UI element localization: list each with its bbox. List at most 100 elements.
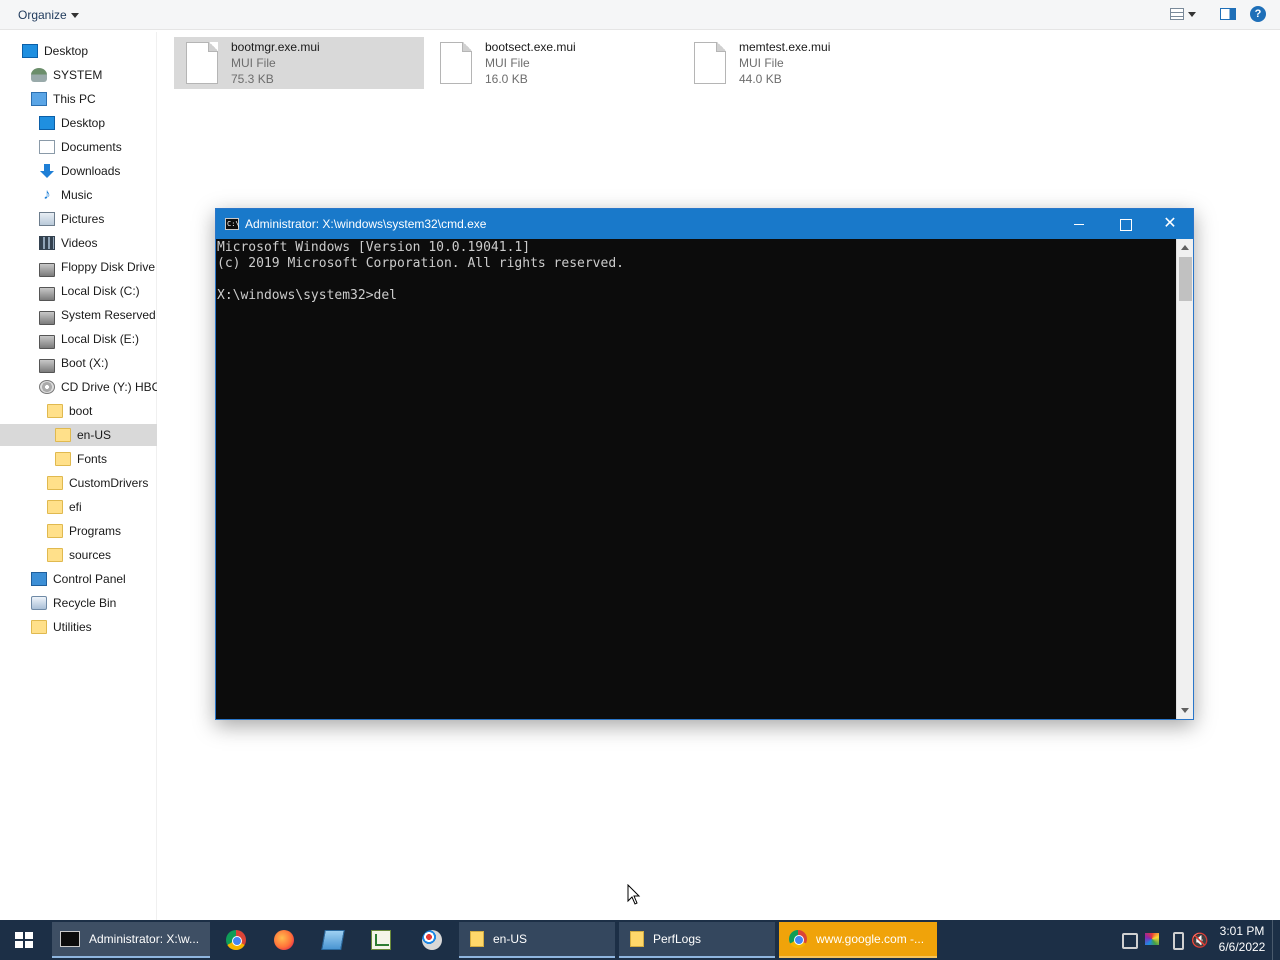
notepad-icon xyxy=(321,930,345,950)
folder-icon xyxy=(55,428,71,442)
nav-item-fonts[interactable]: Fonts xyxy=(55,448,157,470)
drive-icon xyxy=(39,335,55,349)
cmd-title-bar[interactable]: C:\ Administrator: X:\windows\system32\c… xyxy=(216,209,1193,239)
nav-item-control-panel[interactable]: Control Panel xyxy=(31,568,157,590)
volume-muted-icon[interactable]: 🔇 xyxy=(1188,920,1212,960)
cmd-icon: C:\ xyxy=(225,218,240,230)
nav-item-desktop-root[interactable]: Desktop xyxy=(22,40,157,62)
taskbar-item-cmd[interactable]: Administrator: X:\w... xyxy=(52,922,210,958)
usb-icon[interactable] xyxy=(1164,920,1188,960)
console-prompt-line: X:\windows\system32>del xyxy=(217,288,398,303)
chrome-icon xyxy=(789,930,807,948)
folder-icon xyxy=(630,931,644,947)
clock-date: 6/6/2022 xyxy=(1218,940,1266,954)
nav-item-boot-x[interactable]: Boot (X:) xyxy=(39,352,157,374)
scroll-up-arrow-icon[interactable] xyxy=(1181,245,1189,250)
music-icon: ♪ xyxy=(43,186,51,203)
view-options-button[interactable] xyxy=(1170,6,1206,22)
network-icon[interactable] xyxy=(1116,920,1140,960)
help-icon[interactable]: ? xyxy=(1250,6,1266,22)
file-item-bootmgr[interactable]: bootmgr.exe.mui MUI File 75.3 KB xyxy=(174,37,424,89)
toolbar-right-group: ? xyxy=(1170,6,1266,22)
explorer-toolbar: Organize ? xyxy=(0,0,1280,30)
file-size: 44.0 KB xyxy=(739,72,782,86)
nav-item-utilities[interactable]: Utilities xyxy=(31,616,157,638)
console-output[interactable]: Microsoft Windows [Version 10.0.19041.1]… xyxy=(216,239,1176,719)
file-item-memtest[interactable]: memtest.exe.mui MUI File 44.0 KB xyxy=(682,37,932,89)
taskbar-pin-paint[interactable] xyxy=(408,920,456,960)
close-button[interactable]: ✕ xyxy=(1147,209,1193,239)
nav-item-videos[interactable]: Videos xyxy=(39,232,157,254)
nav-item-system[interactable]: SYSTEM xyxy=(31,64,157,86)
folder-icon xyxy=(47,524,63,538)
user-icon xyxy=(31,68,47,82)
nav-item-documents[interactable]: Documents xyxy=(39,136,157,158)
nav-item-cd-drive-y[interactable]: CD Drive (Y:) HBC xyxy=(39,376,157,398)
nav-item-label: This PC xyxy=(53,92,96,106)
cmd-icon xyxy=(60,931,80,947)
console-scrollbar[interactable] xyxy=(1176,239,1193,719)
scroll-down-arrow-icon[interactable] xyxy=(1181,708,1189,713)
nav-item-floppy-disk-drive[interactable]: Floppy Disk Drive xyxy=(39,256,157,278)
nav-item-local-disk-e[interactable]: Local Disk (E:) xyxy=(39,328,157,350)
nav-item-boot-folder[interactable]: boot xyxy=(47,400,157,422)
nav-item-programs[interactable]: Programs xyxy=(47,520,157,542)
nav-item-recycle-bin[interactable]: Recycle Bin xyxy=(31,592,157,614)
organize-menu-button[interactable]: Organize xyxy=(18,8,79,22)
maximize-button[interactable] xyxy=(1102,209,1148,239)
nav-item-label: Utilities xyxy=(53,620,92,634)
nav-item-label: efi xyxy=(69,500,82,514)
taskbar-pin-notepad[interactable] xyxy=(309,920,357,960)
nav-item-local-disk-c[interactable]: Local Disk (C:) xyxy=(39,280,157,302)
nav-item-en-us[interactable]: en-US xyxy=(0,424,157,446)
nav-item-efi[interactable]: efi xyxy=(47,496,157,518)
preview-pane-button[interactable] xyxy=(1220,6,1236,22)
taskbar-item-en-us[interactable]: en-US xyxy=(459,922,615,958)
desktop-icon xyxy=(39,116,55,130)
folder-icon xyxy=(55,452,71,466)
nav-item-desktop[interactable]: Desktop xyxy=(39,112,157,134)
scrollbar-thumb[interactable] xyxy=(1179,257,1192,301)
taskbar-pin-chart[interactable] xyxy=(357,920,405,960)
chevron-down-icon xyxy=(1188,11,1196,17)
nav-item-label: Desktop xyxy=(61,116,106,130)
clock[interactable]: 3:01 PM 6/6/2022 xyxy=(1212,920,1272,960)
nav-item-downloads[interactable]: Downloads xyxy=(39,160,157,182)
cd-drive-icon xyxy=(39,380,55,394)
documents-icon xyxy=(39,140,55,154)
windows-logo-icon xyxy=(15,932,33,948)
file-size: 16.0 KB xyxy=(485,72,528,86)
chevron-down-icon xyxy=(70,13,79,19)
minimize-button[interactable] xyxy=(1056,209,1102,239)
nav-item-this-pc[interactable]: This PC xyxy=(31,88,157,110)
cmd-window[interactable]: C:\ Administrator: X:\windows\system32\c… xyxy=(215,208,1194,720)
nav-item-music[interactable]: ♪ Music xyxy=(39,184,157,206)
system-tray: 🔇 3:01 PM 6/6/2022 xyxy=(1116,920,1280,960)
nav-item-customdrivers[interactable]: CustomDrivers xyxy=(47,472,157,494)
taskbar-item-perflogs[interactable]: PerfLogs xyxy=(619,922,775,958)
nav-item-label: Desktop xyxy=(44,44,89,58)
taskbar-pin-chrome[interactable] xyxy=(212,920,260,960)
drive-icon xyxy=(39,263,55,277)
color-icon[interactable] xyxy=(1140,920,1164,960)
show-desktop-button[interactable] xyxy=(1272,920,1280,960)
nav-item-sources[interactable]: sources xyxy=(47,544,157,566)
nav-item-label: Programs xyxy=(69,524,122,538)
nav-item-label: Boot (X:) xyxy=(61,356,109,370)
paint-icon xyxy=(422,930,442,950)
nav-item-pictures[interactable]: Pictures xyxy=(39,208,157,230)
taskbar-pin-firefox[interactable] xyxy=(260,920,308,960)
file-size: 75.3 KB xyxy=(231,72,274,86)
downloads-icon xyxy=(39,164,55,178)
view-options-icon xyxy=(1170,8,1184,20)
nav-item-label: SYSTEM xyxy=(53,68,103,82)
start-button[interactable] xyxy=(0,920,48,960)
file-item-bootsect[interactable]: bootsect.exe.mui MUI File 16.0 KB xyxy=(428,37,678,89)
nav-item-label: System Reserved ( xyxy=(61,308,157,322)
console-line: (c) 2019 Microsoft Corporation. All righ… xyxy=(217,256,624,271)
nav-item-system-reserved[interactable]: System Reserved ( xyxy=(39,304,157,326)
pc-icon xyxy=(31,92,47,106)
taskbar-item-chrome[interactable]: www.google.com -... xyxy=(779,922,937,958)
nav-item-label: Music xyxy=(61,188,93,202)
taskbar-item-label: en-US xyxy=(493,932,528,946)
